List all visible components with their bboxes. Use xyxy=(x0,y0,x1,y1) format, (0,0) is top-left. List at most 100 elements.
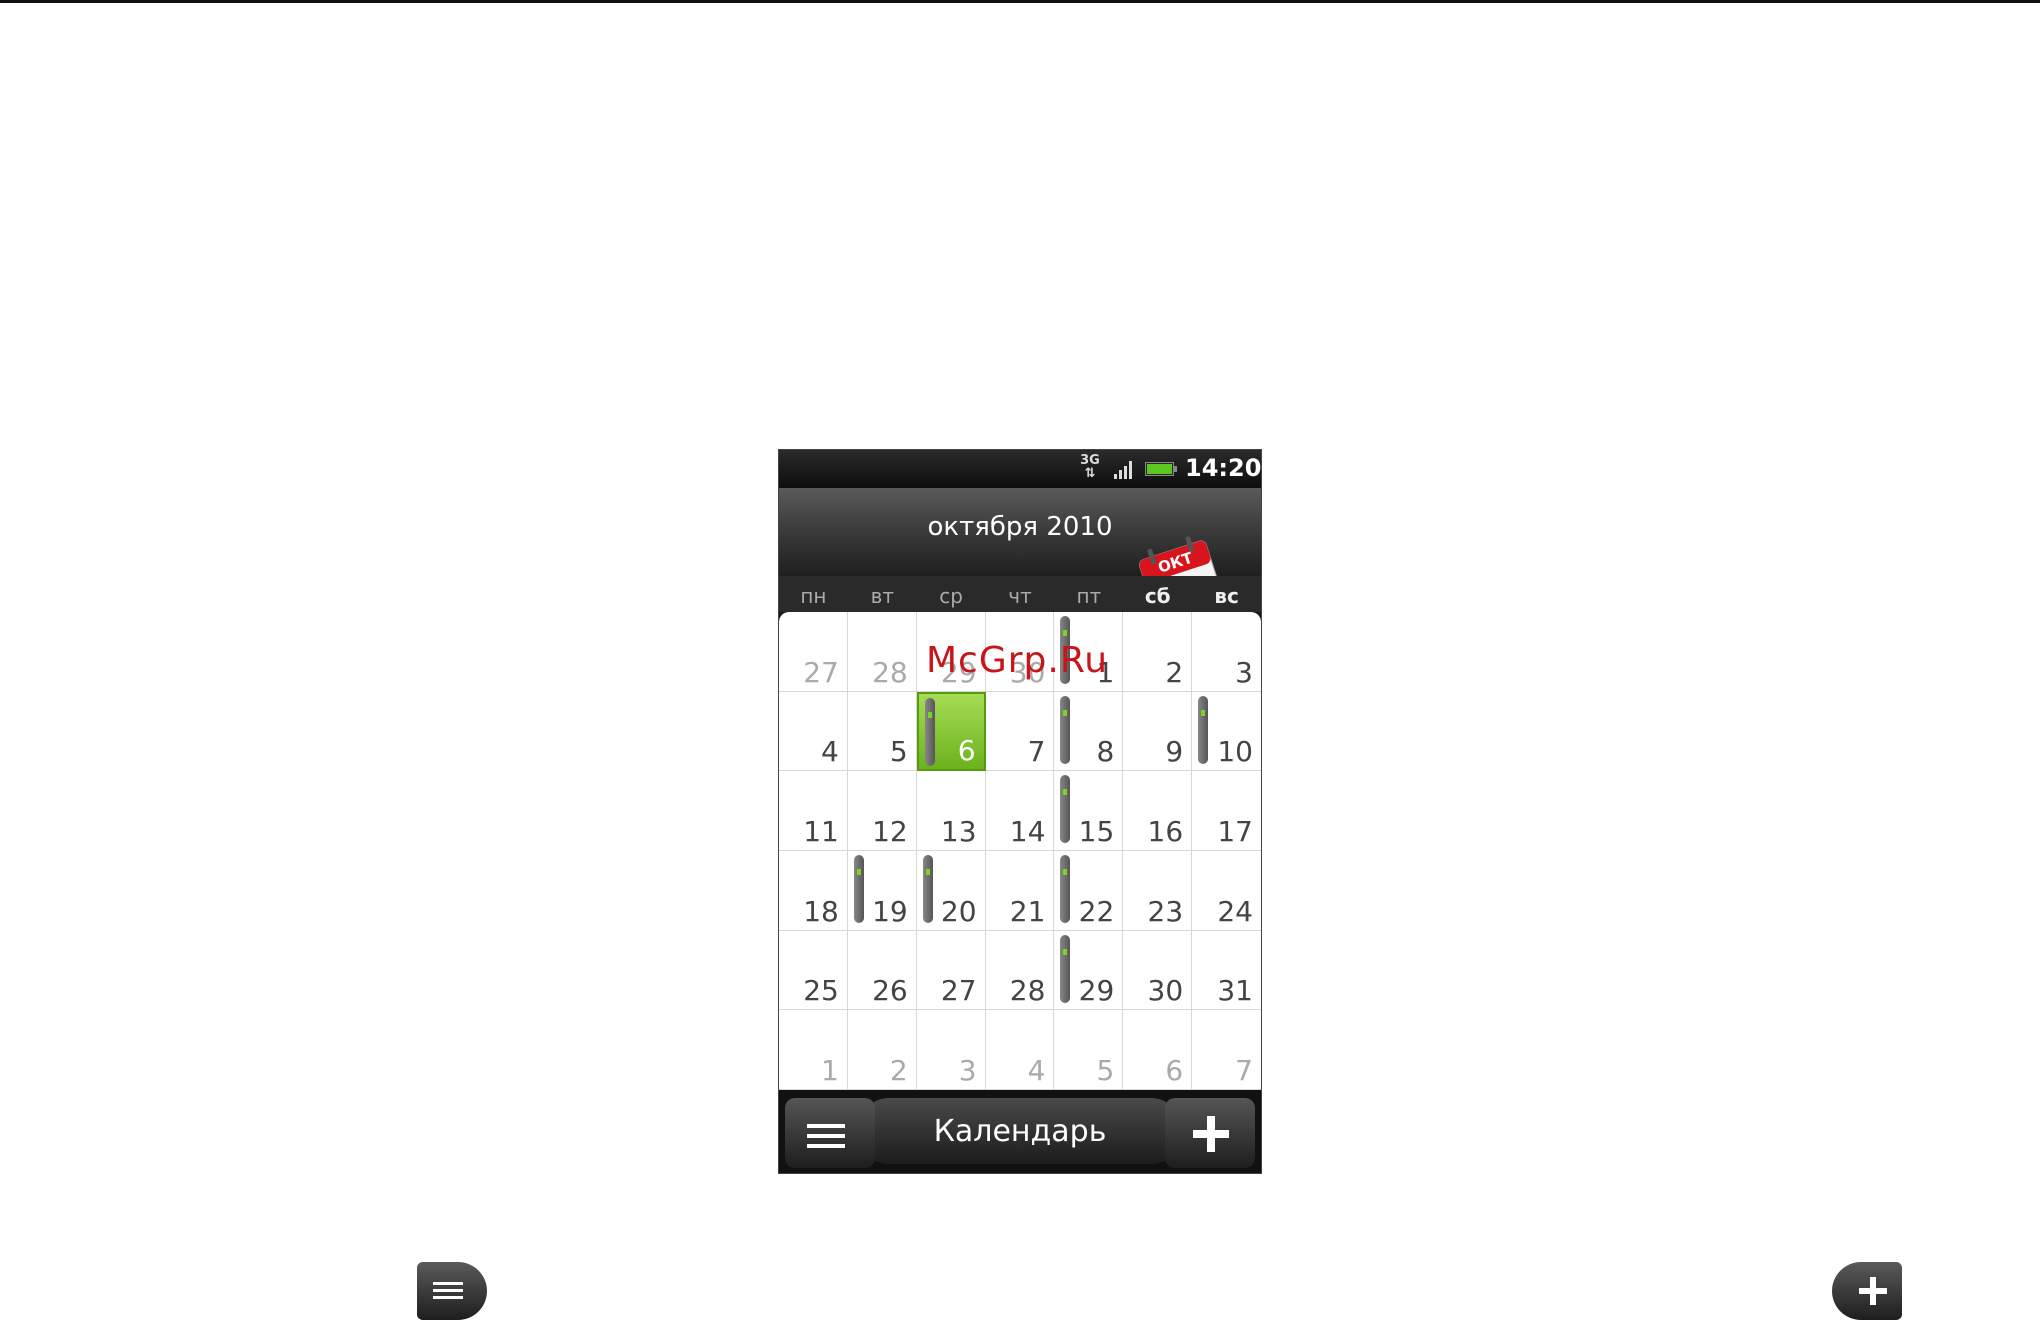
day-cell[interactable]: 3 xyxy=(1192,612,1261,692)
plus-icon xyxy=(1193,1116,1229,1152)
day-number: 12 xyxy=(872,814,908,848)
network-label: 3G xyxy=(1080,453,1100,468)
day-cell[interactable]: 12 xyxy=(847,771,917,851)
day-cell[interactable]: 14 xyxy=(985,771,1055,851)
weekday-label: сб xyxy=(1144,584,1171,608)
battery-icon xyxy=(1145,462,1177,476)
day-number: 6 xyxy=(1165,1053,1184,1087)
month-grid: 27 28 29 30 1 2 3 4 5 6 7 8 9 10 11 12 13 14 15 16 17 18 19 20 2… xyxy=(779,612,1261,1090)
day-number: 14 xyxy=(1009,814,1046,848)
day-cell[interactable]: 18 xyxy=(779,850,848,931)
network-3g-icon: 3G ⇅ xyxy=(1080,453,1100,481)
day-number: 10 xyxy=(1217,735,1253,769)
day-number: 2 xyxy=(1165,655,1184,689)
day-cell[interactable]: 26 xyxy=(847,930,917,1011)
day-cell[interactable]: 27 xyxy=(916,930,986,1011)
add-event-button[interactable] xyxy=(1165,1098,1255,1168)
day-number: 8 xyxy=(1096,735,1115,769)
top-rule xyxy=(0,0,2040,3)
event-indicator xyxy=(1198,695,1209,764)
day-number: 21 xyxy=(1009,894,1046,928)
day-number: 9 xyxy=(1165,735,1184,769)
event-indicator xyxy=(1060,934,1071,1003)
day-number: 6 xyxy=(957,734,976,768)
day-cell[interactable]: 24 xyxy=(1192,851,1261,931)
phone-screen: 3G⇅ 14:20 октября 2010 ОКТ 6 xyxy=(778,449,1262,1174)
day-cell[interactable]: 4 xyxy=(779,691,848,772)
day-cell[interactable]: 3 xyxy=(916,1010,986,1090)
weekday-label: ср xyxy=(939,584,963,608)
event-indicator xyxy=(922,854,933,923)
day-number: 7 xyxy=(1027,735,1046,769)
day-number: 31 xyxy=(1217,974,1253,1008)
event-indicator xyxy=(853,854,864,923)
day-cell[interactable]: 4 xyxy=(985,1010,1055,1090)
day-cell[interactable]: 27 xyxy=(779,612,848,692)
day-cell-today[interactable]: 6 xyxy=(916,691,986,772)
day-cell[interactable]: 9 xyxy=(1123,691,1193,772)
day-cell[interactable]: 1 xyxy=(779,1010,848,1090)
day-cell[interactable]: 5 xyxy=(1054,1010,1124,1090)
day-cell[interactable]: 16 xyxy=(1123,771,1193,851)
day-cell[interactable]: 8 xyxy=(1054,691,1124,772)
add-button-illustration xyxy=(1832,1262,1902,1320)
day-cell[interactable]: 30 xyxy=(1123,930,1193,1011)
day-number: 19 xyxy=(872,894,908,928)
day-cell[interactable]: 29 xyxy=(1054,930,1124,1011)
day-number: 26 xyxy=(872,974,908,1008)
calendar-header: октября 2010 ОКТ 6 xyxy=(779,488,1261,629)
day-cell[interactable]: 22 xyxy=(1054,850,1124,931)
day-cell[interactable]: 7 xyxy=(1192,1010,1261,1090)
menu-button-illustration xyxy=(417,1262,487,1320)
day-number: 4 xyxy=(1027,1053,1046,1087)
menu-button[interactable] xyxy=(785,1098,875,1168)
day-cell[interactable]: 2 xyxy=(847,1010,917,1090)
day-cell[interactable]: 5 xyxy=(847,691,917,772)
day-number: 11 xyxy=(803,814,839,848)
day-number: 18 xyxy=(803,894,839,928)
day-cell[interactable]: 20 xyxy=(916,850,986,931)
day-number: 7 xyxy=(1235,1053,1253,1087)
day-number: 25 xyxy=(803,974,839,1008)
watermark: McGrp.Ru xyxy=(926,640,1109,681)
day-number: 22 xyxy=(1078,894,1115,928)
day-number: 23 xyxy=(1147,894,1184,928)
menu-icon xyxy=(807,1124,845,1148)
status-bar: 3G ⇅ 14:20 xyxy=(779,450,1261,488)
day-number: 27 xyxy=(803,655,839,689)
day-number: 28 xyxy=(1009,974,1046,1008)
day-cell[interactable]: 31 xyxy=(1192,931,1261,1011)
signal-icon xyxy=(1114,461,1132,479)
day-number: 5 xyxy=(1096,1053,1115,1087)
bottom-bar: Календарь xyxy=(779,1090,1261,1173)
event-indicator xyxy=(924,697,935,766)
event-indicator xyxy=(1060,695,1071,764)
plus-icon xyxy=(1859,1277,1887,1305)
day-cell[interactable]: 10 xyxy=(1192,692,1261,772)
day-number: 5 xyxy=(889,735,908,769)
day-cell[interactable]: 19 xyxy=(847,850,917,931)
day-cell[interactable]: 23 xyxy=(1123,850,1193,931)
weekday-label: вт xyxy=(870,584,894,608)
day-cell[interactable]: 2 xyxy=(1123,612,1193,692)
weekday-label: чт xyxy=(1008,584,1032,608)
day-number: 20 xyxy=(940,894,977,928)
day-number: 16 xyxy=(1147,814,1184,848)
day-number: 28 xyxy=(872,655,908,689)
day-cell[interactable]: 25 xyxy=(779,930,848,1011)
event-indicator xyxy=(1060,854,1071,923)
day-cell[interactable]: 7 xyxy=(985,691,1055,772)
day-number: 13 xyxy=(940,814,977,848)
day-cell[interactable]: 15 xyxy=(1054,771,1124,851)
day-number: 3 xyxy=(958,1053,977,1087)
day-cell[interactable]: 21 xyxy=(985,850,1055,931)
day-cell[interactable]: 13 xyxy=(916,771,986,851)
day-cell[interactable]: 6 xyxy=(1123,1010,1193,1090)
day-cell[interactable]: 28 xyxy=(985,930,1055,1011)
day-cell[interactable]: 17 xyxy=(1192,771,1261,851)
day-number: 30 xyxy=(1147,974,1184,1008)
day-cell[interactable]: 28 xyxy=(847,612,917,692)
day-cell[interactable]: 11 xyxy=(779,771,848,851)
day-number: 24 xyxy=(1217,894,1253,928)
day-number: 2 xyxy=(889,1053,908,1087)
